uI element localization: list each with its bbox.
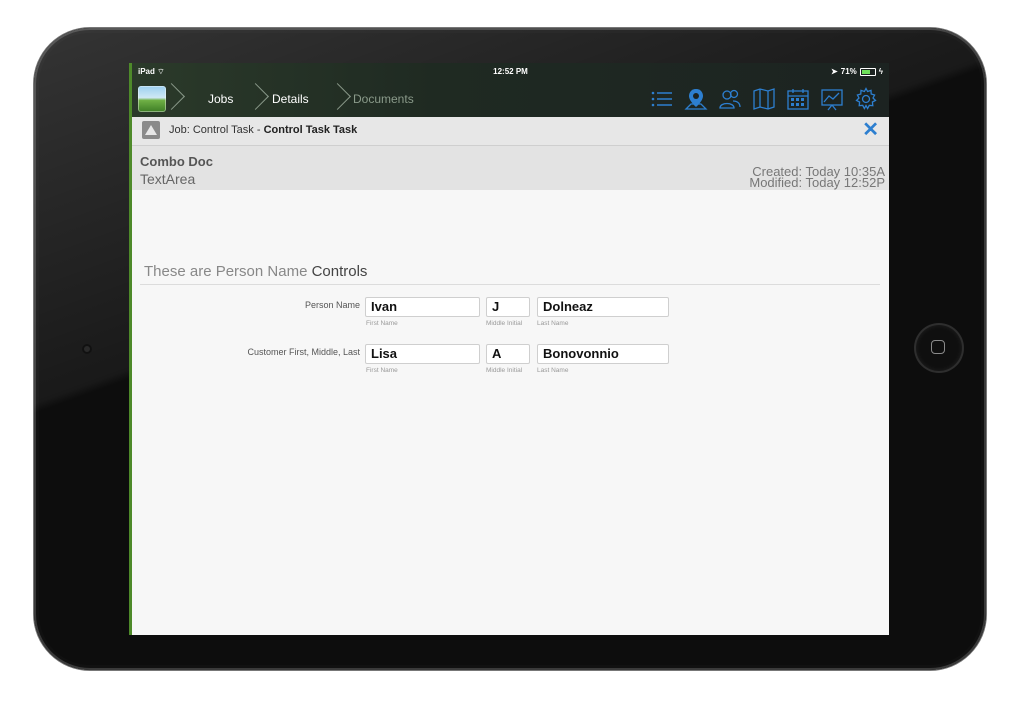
modified-time: Modified: Today 12:52P	[749, 175, 885, 190]
battery-fill	[861, 69, 871, 74]
home-square-icon	[931, 340, 945, 354]
document-header: Combo Doc TextArea Created: Today 10:35A…	[132, 146, 889, 190]
job-bar: Job: Control Task - Control Task Task ✕	[132, 117, 889, 146]
map-pin-icon[interactable]	[684, 87, 708, 111]
customer-first-name-input[interactable]: Lisa	[365, 344, 480, 364]
status-bar: iPad ⌔ 12:52 PM ➤ 71% ϟ	[132, 67, 889, 79]
camera-icon	[82, 344, 92, 354]
last-name-caption: Last Name	[537, 320, 569, 327]
section-title: These are Person Name Controls	[144, 263, 368, 280]
person-last-name-input[interactable]: Dolneaz	[537, 297, 669, 317]
document-name: Combo Doc	[140, 154, 213, 169]
document-type: TextArea	[140, 171, 196, 187]
location-arrow-icon: ➤	[831, 67, 838, 76]
app-screen: iPad ⌔ 12:52 PM ➤ 71% ϟ Jobs Details Doc…	[129, 63, 889, 635]
breadcrumb-documents[interactable]: Documents	[353, 92, 414, 106]
charging-icon: ϟ	[878, 67, 883, 76]
nav-row: Jobs Details Documents	[132, 81, 889, 117]
top-bar: iPad ⌔ 12:52 PM ➤ 71% ϟ Jobs Details Doc…	[132, 63, 889, 117]
people-icon[interactable]	[718, 87, 742, 111]
calendar-icon[interactable]	[786, 87, 810, 111]
middle-initial-caption: Middle Initial	[486, 367, 523, 374]
first-name-caption: First Name	[366, 367, 398, 374]
document-timestamps: Created: Today 10:35A Modified: Today 12…	[749, 165, 885, 190]
status-right: ➤ 71% ϟ	[831, 67, 883, 76]
job-title: Job: Control Task - Control Task Task	[169, 124, 357, 136]
job-title-prefix: Job: Control Task -	[169, 124, 264, 136]
customer-last-name-input[interactable]: Bonovonnio	[537, 344, 669, 364]
list-icon[interactable]	[650, 87, 674, 111]
customer-middle-initial-input[interactable]: A	[486, 344, 530, 364]
close-button[interactable]: ✕	[862, 120, 879, 140]
status-time: 12:52 PM	[493, 67, 528, 76]
person-middle-initial-input[interactable]: J	[486, 297, 530, 317]
first-name-caption: First Name	[366, 320, 398, 327]
battery-percent: 71%	[840, 67, 857, 76]
chart-icon[interactable]	[820, 87, 844, 111]
chevron-right-icon	[242, 83, 269, 110]
chevron-right-icon	[324, 83, 351, 110]
person-first-name-input[interactable]: Ivan	[365, 297, 480, 317]
battery-icon	[859, 67, 876, 76]
middle-initial-caption: Middle Initial	[486, 320, 523, 327]
section-divider	[140, 284, 880, 285]
job-title-name: Control Task Task	[263, 124, 358, 136]
breadcrumb-details[interactable]: Details	[272, 92, 309, 106]
person-name-label: Person Name	[304, 300, 360, 310]
home-button[interactable]	[916, 325, 962, 371]
gear-icon[interactable]	[854, 87, 878, 111]
last-name-caption: Last Name	[537, 367, 569, 374]
customer-name-label: Customer First, Middle, Last	[247, 347, 360, 357]
map-icon[interactable]	[752, 87, 776, 111]
breadcrumb-jobs[interactable]: Jobs	[208, 92, 233, 106]
job-icon	[142, 121, 160, 139]
